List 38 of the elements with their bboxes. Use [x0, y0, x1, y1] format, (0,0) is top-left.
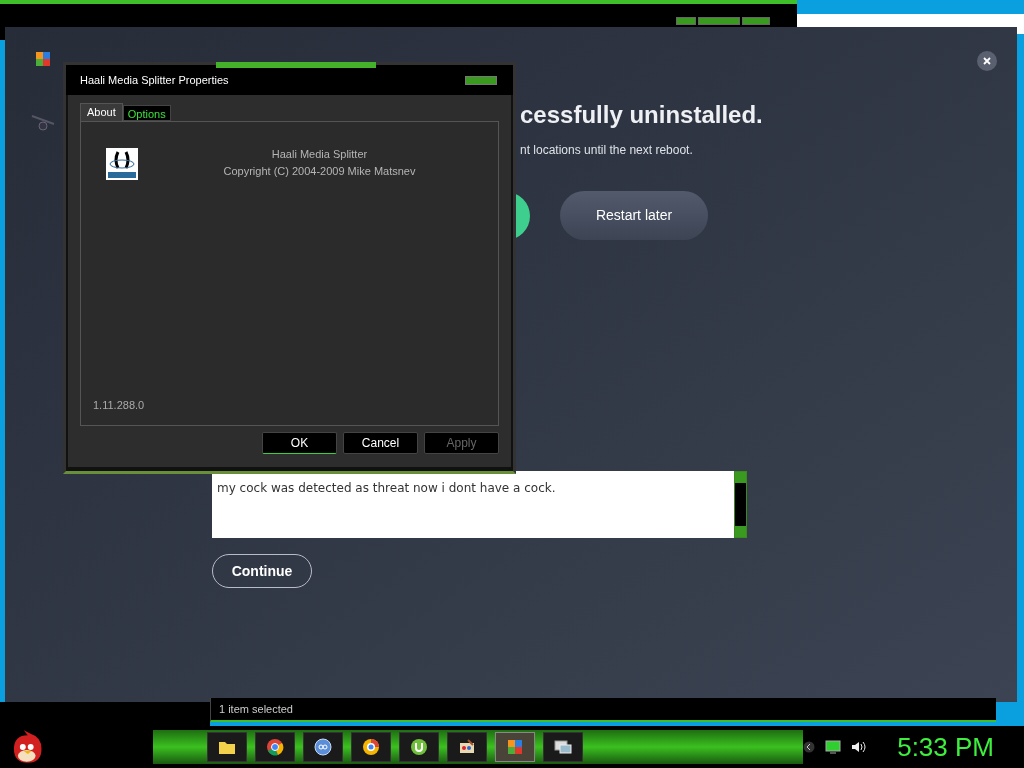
speaker-icon[interactable] [851, 740, 868, 754]
taskbar-button[interactable] [303, 732, 344, 762]
tab[interactable]: Options [122, 105, 171, 121]
headline: cessfully uninstalled. [520, 100, 763, 130]
dialog-button[interactable]: Cancel [343, 432, 418, 454]
taskbar-button[interactable] [351, 732, 392, 762]
restart-later-button[interactable]: Restart later [560, 191, 708, 240]
close-button[interactable] [977, 51, 997, 71]
taskbar-button[interactable] [543, 732, 584, 762]
matroska-logo-icon [106, 148, 138, 180]
product-name: Haali Media Splitter [271, 147, 368, 162]
copyright-text: Copyright (C) 2004-2009 Mike Matsnev [223, 164, 416, 179]
utorrent-icon [410, 738, 429, 756]
folder-icon [218, 739, 237, 755]
taskbar-button[interactable] [447, 732, 488, 762]
subtitle: nt locations until the next reboot. [520, 142, 693, 159]
avg-logo-icon [35, 51, 51, 67]
qbittorrent-icon [314, 738, 333, 756]
chrome-icon [266, 738, 285, 756]
taskbar-button[interactable] [399, 732, 440, 762]
tab[interactable]: About [80, 103, 123, 121]
dialog-button[interactable]: OK [262, 432, 337, 454]
scrollbar[interactable] [734, 471, 747, 538]
taskbar-button[interactable] [255, 732, 296, 762]
avg-logo-icon [507, 739, 524, 755]
chevron-icon[interactable] [803, 741, 816, 753]
dialog-title: Haali Media Splitter Properties [80, 72, 229, 88]
close-button[interactable] [465, 75, 497, 85]
close-icon [983, 57, 991, 65]
feedback-field[interactable]: my cock was detected as threat now i dont have a cock. [212, 471, 747, 538]
status-text: 1 item selected [219, 701, 293, 717]
taskbar-button[interactable] [207, 732, 248, 762]
version-text: 1.11.288.0 [93, 397, 145, 413]
clock[interactable]: 5:33 PM [897, 732, 994, 762]
monitor-icon[interactable] [825, 740, 842, 754]
browser-icon [362, 738, 381, 756]
paint-icon [458, 739, 477, 755]
monitor-icon [554, 739, 573, 755]
